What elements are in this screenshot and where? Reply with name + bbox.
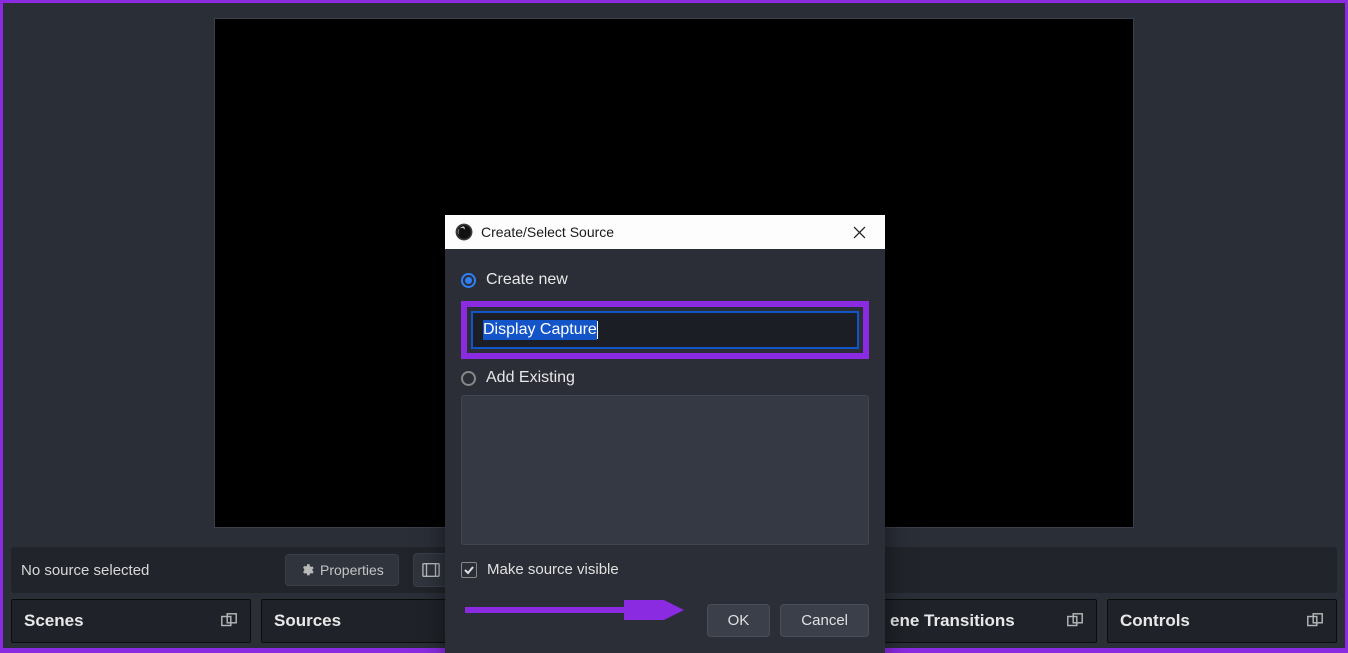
- source-name-input[interactable]: Display Capture: [471, 311, 859, 349]
- panel-title-controls: Controls: [1120, 611, 1190, 631]
- text-caret: [597, 321, 598, 339]
- create-source-dialog: Create/Select Source Create new Display …: [445, 215, 885, 653]
- panel-header-controls[interactable]: Controls: [1107, 599, 1337, 643]
- make-visible-checkbox[interactable]: Make source visible: [461, 561, 869, 578]
- filters-icon: [422, 562, 440, 578]
- filters-button[interactable]: [413, 553, 449, 587]
- close-icon: [853, 226, 866, 239]
- add-existing-label: Add Existing: [486, 369, 575, 387]
- panel-header-scenes[interactable]: Scenes: [11, 599, 251, 643]
- dock-icon[interactable]: [220, 612, 238, 630]
- dialog-close-button[interactable]: [843, 216, 875, 248]
- radio-unchecked-icon: [461, 371, 476, 386]
- ok-button[interactable]: OK: [707, 604, 771, 637]
- properties-button-label: Properties: [320, 562, 384, 578]
- existing-sources-list[interactable]: [461, 395, 869, 545]
- source-name-value: Display Capture: [483, 320, 597, 340]
- panel-title-transitions: ene Transitions: [890, 611, 1015, 631]
- dock-icon[interactable]: [1306, 612, 1324, 630]
- create-new-radio[interactable]: Create new: [461, 271, 869, 289]
- source-status-text: No source selected: [21, 562, 271, 579]
- properties-button[interactable]: Properties: [285, 554, 399, 586]
- create-new-label: Create new: [486, 271, 568, 289]
- dialog-titlebar[interactable]: Create/Select Source: [445, 215, 885, 249]
- make-visible-label: Make source visible: [487, 561, 619, 578]
- panel-title-sources: Sources: [274, 611, 341, 631]
- dialog-title: Create/Select Source: [481, 224, 835, 240]
- checkbox-checked-icon: [461, 562, 477, 578]
- cancel-button[interactable]: Cancel: [780, 604, 869, 637]
- obs-logo-icon: [455, 223, 473, 241]
- dock-icon[interactable]: [1066, 612, 1084, 630]
- add-existing-radio[interactable]: Add Existing: [461, 369, 869, 387]
- radio-checked-icon: [461, 273, 476, 288]
- panel-title-scenes: Scenes: [24, 611, 84, 631]
- name-input-highlight: Display Capture: [461, 301, 869, 359]
- panel-header-transitions[interactable]: ene Transitions: [877, 599, 1097, 643]
- gear-icon: [300, 563, 314, 577]
